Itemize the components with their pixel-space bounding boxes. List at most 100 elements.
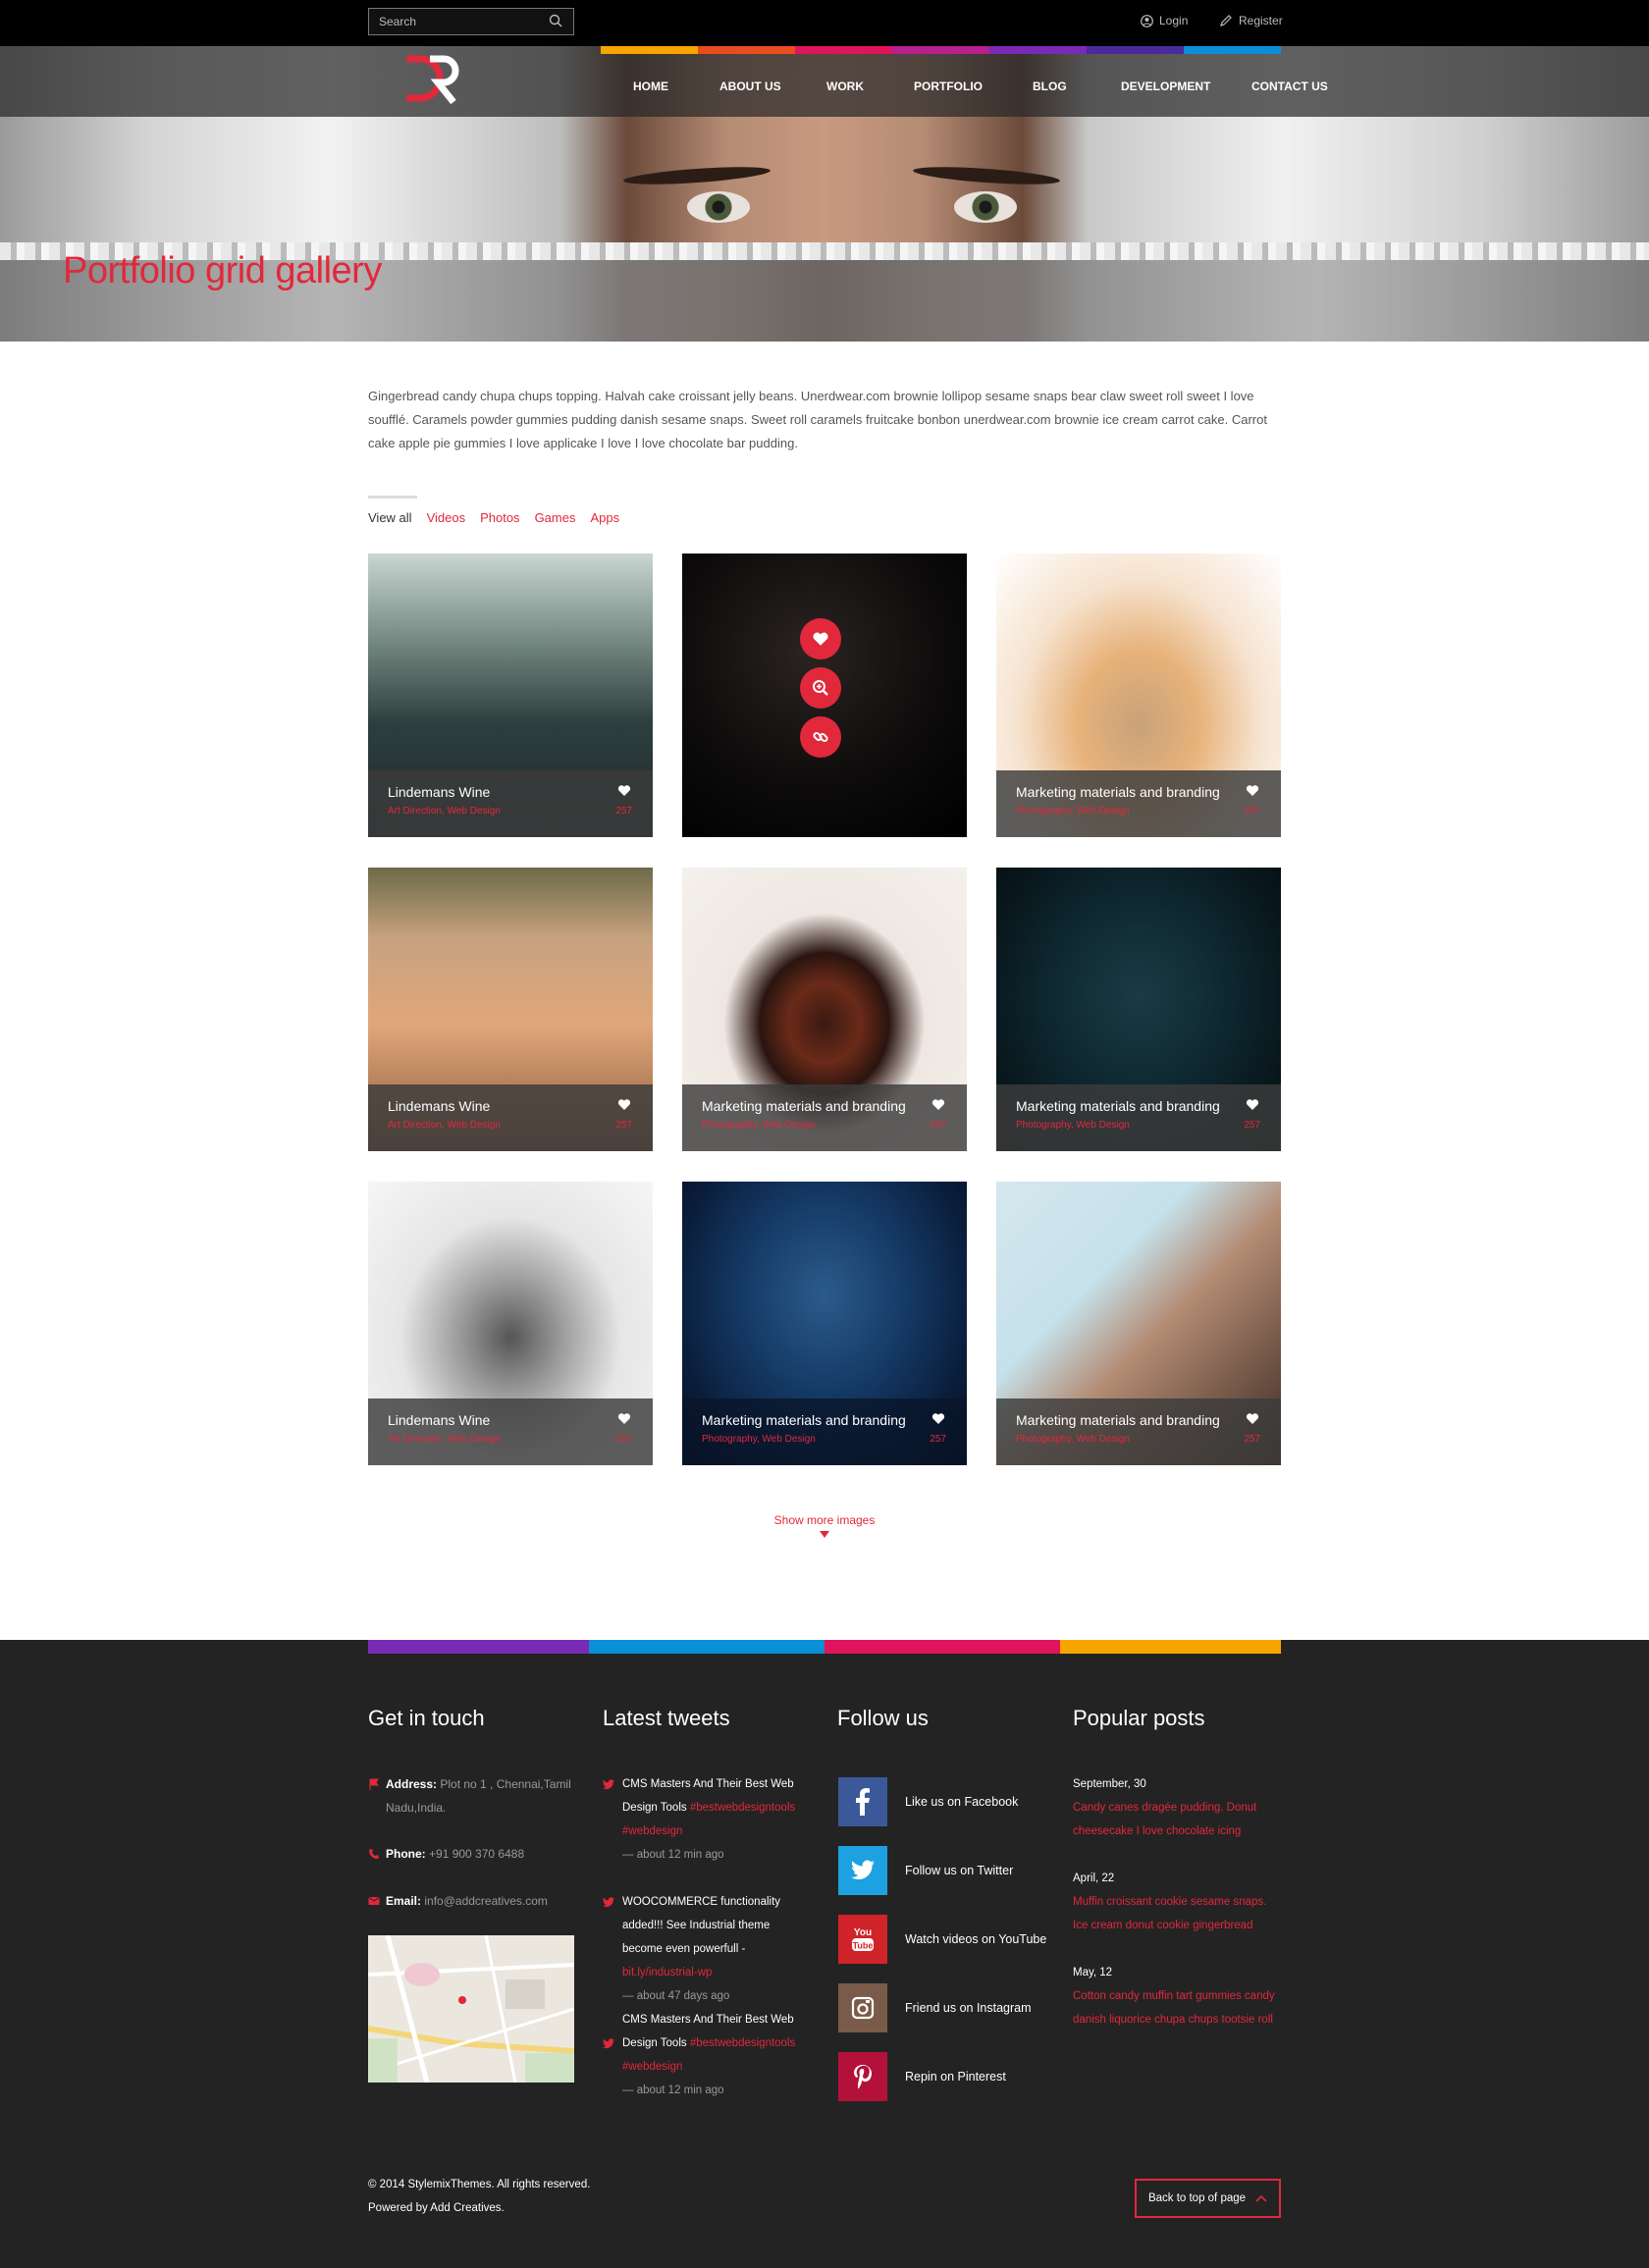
tweet: CMS Masters And Their Best Web Design To…	[604, 1772, 810, 1867]
post-excerpt[interactable]: Muffin croissant cookie sesame snaps. Ic…	[1073, 1890, 1281, 1937]
nav-item-home[interactable]: HOME	[633, 79, 668, 93]
show-more-link[interactable]: Show more images	[0, 1513, 1649, 1527]
filter-underline	[368, 496, 417, 499]
email-value[interactable]: info@addcreatives.com	[424, 1894, 548, 1908]
map-image	[368, 1935, 574, 2083]
page-title: Portfolio grid gallery	[63, 250, 382, 291]
portfolio-caption: Marketing materials and branding Photogr…	[996, 1398, 1281, 1465]
nav-item-about[interactable]: ABOUT US	[719, 79, 781, 93]
portfolio-tags: Photography, Web Design	[702, 1120, 816, 1131]
filter-bar: View all Videos Photos Games Apps	[368, 510, 619, 525]
popular-post[interactable]: April, 22 Muffin croissant cookie sesame…	[1073, 1867, 1281, 1937]
link-button[interactable]	[800, 716, 841, 758]
nav-item-portfolio[interactable]: PORTFOLIO	[914, 79, 983, 93]
tweet: CMS Masters And Their Best Web Design To…	[604, 2008, 810, 2102]
popular-post[interactable]: September, 30 Candy canes dragée pudding…	[1073, 1772, 1281, 1843]
filter-videos[interactable]: Videos	[427, 510, 466, 525]
heart-icon[interactable]	[617, 1098, 631, 1111]
location-map[interactable]	[368, 1935, 574, 2083]
twitter-icon	[838, 1846, 887, 1895]
nav-item-work[interactable]: WORK	[826, 79, 864, 93]
like-count: 257	[615, 806, 632, 817]
tweet-time: — about 12 min ago	[622, 1849, 724, 1861]
post-excerpt[interactable]: Candy canes dragée pudding. Donut cheese…	[1073, 1796, 1281, 1843]
portfolio-item[interactable]: Marketing materials and branding Photogr…	[682, 1182, 967, 1465]
follow-pinterest[interactable]: Repin on Pinterest	[838, 2052, 1064, 2101]
portfolio-item[interactable]: Marketing materials and branding Photogr…	[996, 554, 1281, 837]
follow-label: Like us on Facebook	[905, 1795, 1019, 1809]
heart-icon[interactable]	[1246, 1412, 1259, 1425]
portfolio-caption: Lindemans Wine Art Direction, Web Design…	[368, 1084, 653, 1151]
heart-icon[interactable]	[1246, 784, 1259, 797]
chevron-down-icon[interactable]	[820, 1531, 829, 1539]
follow-label: Repin on Pinterest	[905, 2070, 1006, 2083]
login-link[interactable]: Login	[1141, 14, 1188, 27]
search-icon[interactable]	[549, 14, 562, 27]
heart-icon[interactable]	[617, 784, 631, 797]
contact-phone: Phone: +91 900 370 6488	[368, 1842, 574, 1866]
portfolio-title: Marketing materials and branding	[1016, 1098, 1220, 1114]
portfolio-item[interactable]: Lindemans Wine Art Direction, Web Design…	[368, 868, 653, 1151]
portfolio-item-hovered[interactable]	[682, 554, 967, 837]
follow-youtube[interactable]: You Tube Watch videos on YouTube	[838, 1915, 1064, 1964]
heart-icon[interactable]	[1246, 1098, 1259, 1111]
search-input[interactable]	[368, 8, 574, 35]
nav-item-blog[interactable]: BLOG	[1033, 79, 1067, 93]
filter-games[interactable]: Games	[535, 510, 576, 525]
heart-icon[interactable]	[617, 1412, 631, 1425]
portfolio-caption: Marketing materials and branding Photogr…	[996, 770, 1281, 837]
zoom-in-icon	[813, 680, 828, 696]
portfolio-item[interactable]: Marketing materials and branding Photogr…	[996, 868, 1281, 1151]
like-count: 257	[930, 1120, 946, 1131]
register-link[interactable]: Register	[1219, 14, 1283, 27]
portfolio-caption: Marketing materials and branding Photogr…	[996, 1084, 1281, 1151]
nav-item-contact[interactable]: CONTACT US	[1251, 79, 1328, 93]
footer	[0, 1640, 1649, 2268]
heart-icon	[813, 632, 828, 646]
portfolio-title: Marketing materials and branding	[702, 1098, 906, 1114]
portfolio-title: Marketing materials and branding	[1016, 784, 1220, 800]
follow-twitter[interactable]: Follow us on Twitter	[838, 1846, 1064, 1895]
intro-text: Gingerbread candy chupa chups topping. H…	[368, 389, 1267, 450]
powered-by: Powered by Add Creatives.	[368, 2202, 505, 2214]
portfolio-item[interactable]: Lindemans Wine Art Direction, Web Design…	[368, 554, 653, 837]
nav-color-bar	[601, 46, 1281, 54]
youtube-icon: You Tube	[838, 1915, 887, 1964]
post-date: May, 12	[1073, 1967, 1113, 1978]
portfolio-item[interactable]: Marketing materials and branding Photogr…	[996, 1182, 1281, 1465]
tweet-text: WOOCOMMERCE functionality added!!! See I…	[622, 1896, 781, 1955]
filter-view-all[interactable]: View all	[368, 510, 412, 525]
heading-latest-tweets: Latest tweets	[603, 1706, 730, 1730]
page: Login Register HOME ABOUT US WORK PORTFO…	[0, 0, 1649, 2268]
zoom-button[interactable]	[800, 667, 841, 709]
heart-icon[interactable]	[931, 1098, 945, 1111]
back-to-top-label: Back to top of page	[1147, 2192, 1247, 2204]
post-excerpt[interactable]: Cotton candy muffin tart gummies candy d…	[1073, 1984, 1281, 2031]
like-count: 257	[615, 1434, 632, 1445]
portfolio-title: Marketing materials and branding	[702, 1412, 906, 1428]
logo[interactable]	[400, 55, 471, 108]
top-bar	[0, 0, 1649, 46]
filter-photos[interactable]: Photos	[480, 510, 519, 525]
portfolio-caption: Marketing materials and branding Photogr…	[682, 1398, 967, 1465]
portfolio-title: Marketing materials and branding	[1016, 1412, 1220, 1428]
follow-facebook[interactable]: Like us on Facebook	[838, 1777, 1064, 1826]
portfolio-tags: Photography, Web Design	[1016, 1434, 1130, 1445]
portfolio-title: Lindemans Wine	[388, 1412, 491, 1428]
tweet-link[interactable]: bit.ly/industrial-wp	[622, 1967, 712, 1978]
hero-image-brow	[622, 163, 771, 188]
back-to-top-button[interactable]: Back to top of page	[1135, 2179, 1281, 2218]
like-button[interactable]	[800, 618, 841, 659]
portfolio-caption: Lindemans Wine Art Direction, Web Design…	[368, 770, 653, 837]
phone-value: +91 900 370 6488	[429, 1847, 525, 1861]
heart-icon[interactable]	[931, 1412, 945, 1425]
portfolio-item[interactable]: Lindemans Wine Art Direction, Web Design…	[368, 1182, 653, 1465]
tweet-time: — about 12 min ago	[622, 2084, 724, 2096]
svg-text:You: You	[854, 1927, 872, 1938]
hero-image-eye	[687, 191, 750, 223]
nav-item-development[interactable]: DEVELOPMENT	[1121, 79, 1210, 93]
portfolio-item[interactable]: Marketing materials and branding Photogr…	[682, 868, 967, 1151]
popular-post[interactable]: May, 12 Cotton candy muffin tart gummies…	[1073, 1961, 1281, 2031]
filter-apps[interactable]: Apps	[590, 510, 619, 525]
follow-instagram[interactable]: Friend us on Instagram	[838, 1983, 1064, 2032]
